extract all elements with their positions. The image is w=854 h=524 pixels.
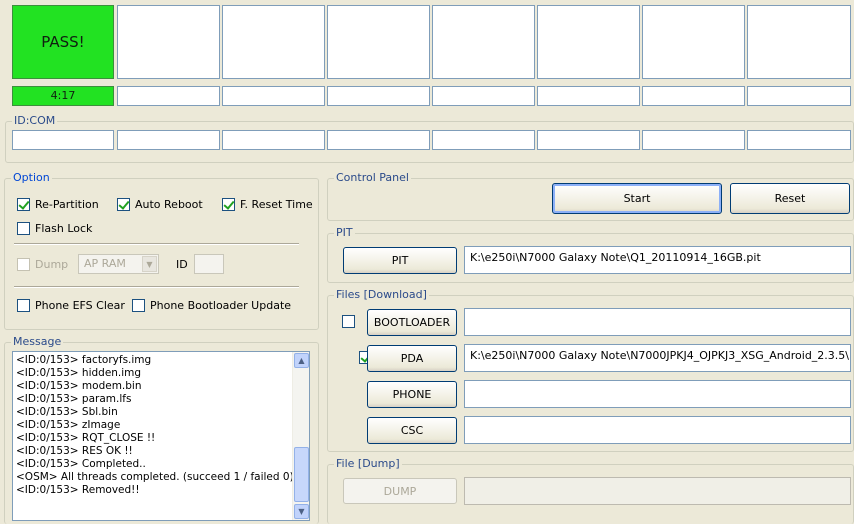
- message-line: <ID:0/153> RES OK !!: [16, 445, 133, 457]
- dump-type-value: AP RAM: [84, 257, 126, 270]
- option-divider-2: [14, 286, 299, 288]
- bootloader-button[interactable]: BOOTLOADER: [367, 309, 457, 336]
- repartition-label: Re-Partition: [35, 198, 99, 211]
- com-port-3: [222, 130, 325, 150]
- port-2-status: [117, 5, 220, 79]
- dump-type-select[interactable]: AP RAM ▼: [78, 254, 159, 274]
- message-line: <ID:0/153> RQT_CLOSE !!: [16, 432, 156, 444]
- id-input[interactable]: [194, 254, 224, 274]
- csc-file-path[interactable]: [464, 416, 851, 444]
- message-line: <ID:0/153> hidden.img: [16, 367, 142, 379]
- start-button[interactable]: Start: [552, 183, 722, 214]
- message-line: <ID:0/153> Completed..: [16, 458, 146, 470]
- port-6-progress: [537, 86, 640, 106]
- dump-checkbox[interactable]: Dump: [17, 258, 68, 271]
- port-3-progress: [222, 86, 325, 106]
- id-label: ID: [176, 258, 188, 271]
- message-line: <ID:0/153> modem.bin: [16, 380, 142, 392]
- dump-check-box[interactable]: [17, 258, 30, 271]
- scroll-thumb[interactable]: [294, 447, 309, 502]
- pit-button[interactable]: PIT: [343, 247, 457, 274]
- auto-reboot-label: Auto Reboot: [135, 198, 203, 211]
- option-divider-1: [14, 243, 299, 245]
- dump-button[interactable]: DUMP: [343, 478, 457, 504]
- flash-lock-checkbox[interactable]: Flash Lock: [17, 222, 92, 235]
- chevron-down-icon[interactable]: ▼: [142, 256, 157, 272]
- com-port-8: [747, 130, 851, 150]
- repartition-checkbox[interactable]: Re-Partition: [17, 198, 99, 211]
- port-8-progress: [747, 86, 851, 106]
- phone-file-path[interactable]: [464, 380, 851, 408]
- reset-button[interactable]: Reset: [730, 183, 850, 214]
- port-8-status: [747, 5, 851, 79]
- message-line: <ID:0/153> Removed!!: [16, 484, 140, 496]
- bootloader-checkbox[interactable]: [342, 315, 355, 328]
- phone-bootloader-update-label: Phone Bootloader Update: [150, 299, 292, 312]
- port-4-progress: [327, 86, 430, 106]
- port-1-timer: 4:17: [12, 86, 114, 106]
- port-7-status: [642, 5, 745, 79]
- f-reset-time-label: F. Reset Time: [240, 198, 313, 211]
- port-1-status: PASS!: [12, 5, 114, 79]
- pda-file-path[interactable]: K:\e250i\N7000 Galaxy Note\N7000JPKJ4_OJ…: [464, 344, 851, 372]
- message-log[interactable]: <ID:0/153> factoryfs.img <ID:0/153> hidd…: [12, 351, 310, 521]
- pit-title: PIT: [334, 226, 355, 240]
- f-reset-time-check-box[interactable]: [222, 198, 235, 211]
- port-5-progress: [432, 86, 535, 106]
- flash-lock-check-box[interactable]: [17, 222, 30, 235]
- port-7-progress: [642, 86, 745, 106]
- port-4-status: [327, 5, 430, 79]
- message-title: Message: [11, 335, 64, 349]
- com-port-4: [327, 130, 430, 150]
- pit-file-path[interactable]: K:\e250i\N7000 Galaxy Note\Q1_20110914_1…: [464, 246, 851, 274]
- dump-label: Dump: [35, 258, 69, 271]
- control-panel-title: Control Panel: [334, 171, 411, 185]
- message-line: <ID:0/153> param.lfs: [16, 393, 132, 405]
- message-line: <ID:0/153> factoryfs.img: [16, 354, 152, 366]
- auto-reboot-check-box[interactable]: [117, 198, 130, 211]
- phone-bootloader-update-check-box[interactable]: [132, 299, 145, 312]
- csc-button[interactable]: CSC: [367, 417, 457, 444]
- message-line: <ID:0/153> Sbl.bin: [16, 406, 118, 418]
- message-scrollbar[interactable]: ▲ ▼: [292, 352, 309, 520]
- auto-reboot-checkbox[interactable]: Auto Reboot: [117, 198, 203, 211]
- port-5-status: [432, 5, 535, 79]
- message-line: <OSM> All threads completed. (succeed 1 …: [16, 471, 294, 483]
- phone-efs-clear-check-box[interactable]: [17, 299, 30, 312]
- port-2-progress: [117, 86, 220, 106]
- f-reset-time-checkbox[interactable]: F. Reset Time: [222, 198, 313, 211]
- port-6-status: [537, 5, 640, 79]
- phone-efs-clear-checkbox[interactable]: Phone EFS Clear: [17, 299, 125, 312]
- com-port-1: [12, 130, 114, 150]
- message-line: <ID:0/153> zImage: [16, 419, 121, 431]
- files-download-title: Files [Download]: [334, 288, 429, 302]
- phone-efs-clear-label: Phone EFS Clear: [35, 299, 125, 312]
- dump-file-path[interactable]: [464, 477, 851, 505]
- pda-button[interactable]: PDA: [367, 345, 457, 372]
- scroll-down-icon[interactable]: ▼: [294, 504, 309, 519]
- bootloader-file-path[interactable]: [464, 308, 851, 336]
- port-3-status: [222, 5, 325, 79]
- file-dump-title: File [Dump]: [334, 457, 402, 471]
- option-title: Option: [11, 171, 52, 185]
- message-lines: <ID:0/153> factoryfs.img <ID:0/153> hidd…: [13, 352, 309, 497]
- flash-lock-label: Flash Lock: [35, 222, 93, 235]
- com-port-7: [642, 130, 745, 150]
- phone-button[interactable]: PHONE: [367, 381, 457, 408]
- idcom-label: ID:COM: [12, 114, 58, 128]
- com-port-6: [537, 130, 640, 150]
- scroll-up-icon[interactable]: ▲: [294, 353, 309, 368]
- com-port-2: [117, 130, 220, 150]
- com-port-5: [432, 130, 535, 150]
- phone-bootloader-update-checkbox[interactable]: Phone Bootloader Update: [132, 299, 291, 312]
- repartition-check-box[interactable]: [17, 198, 30, 211]
